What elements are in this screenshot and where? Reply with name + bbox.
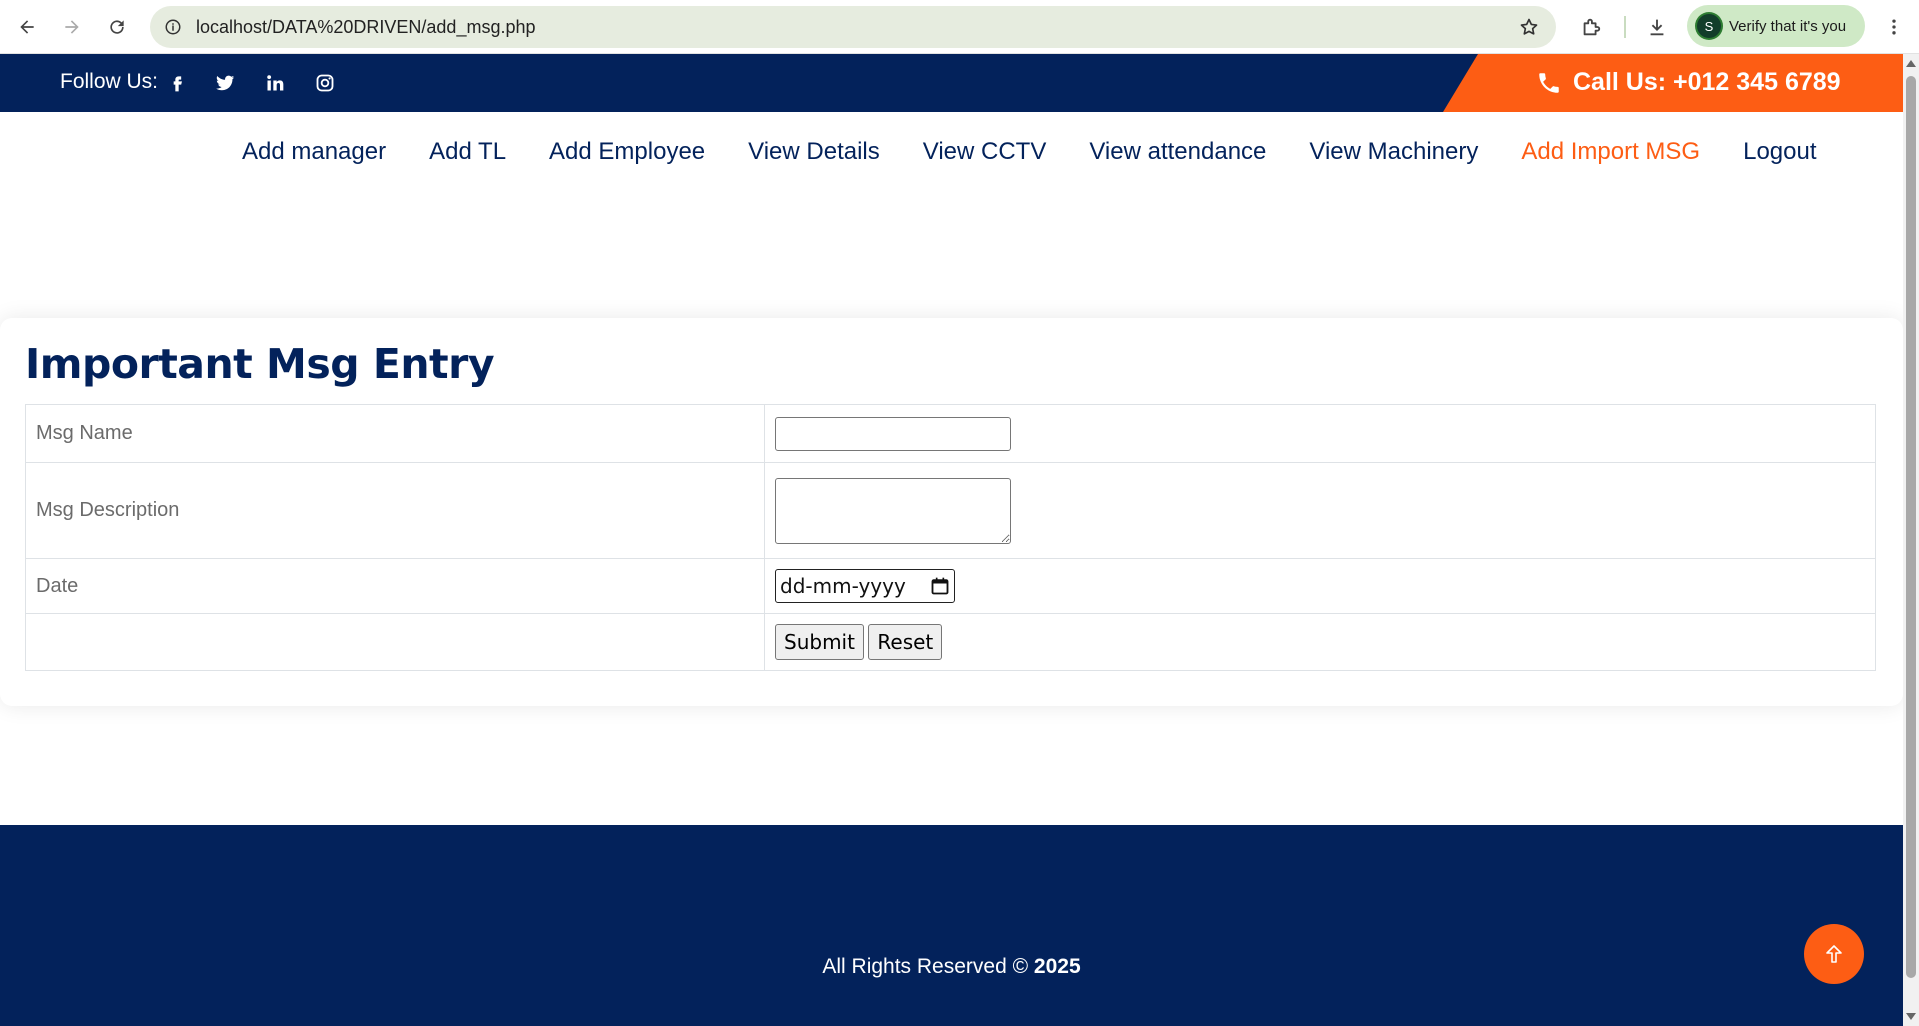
date-placeholder: dd-mm-yyyy: [780, 574, 906, 598]
nav-view-details[interactable]: View Details: [748, 138, 880, 166]
site-info-icon[interactable]: [160, 14, 186, 40]
instagram-icon[interactable]: [310, 68, 340, 98]
msg-name-input[interactable]: [775, 416, 1011, 451]
linkedin-icon[interactable]: [260, 68, 290, 98]
copyright: All Rights Reserved © 2025: [0, 955, 1903, 979]
msg-name-cell: [764, 404, 1876, 463]
verify-identity-chip[interactable]: S Verify that it's you: [1687, 5, 1865, 47]
table-row: Submit Reset: [25, 613, 1876, 671]
msg-entry-card: Important Msg Entry Msg Name Msg Descrip…: [0, 318, 1903, 706]
date-label: Date: [25, 558, 765, 614]
date-input[interactable]: dd-mm-yyyy: [775, 569, 955, 603]
toolbar-divider: [1624, 16, 1626, 38]
star-icon[interactable]: [1516, 14, 1542, 40]
phone-icon: [1535, 69, 1563, 97]
table-row: Msg Name: [25, 404, 1876, 463]
nav-add-tl[interactable]: Add TL: [429, 138, 506, 166]
page-viewport: Follow Us: Call Us: +012 345 6789 Add ma…: [0, 54, 1903, 1026]
nav-view-cctv[interactable]: View CCTV: [923, 138, 1047, 166]
copyright-year: 2025: [1033, 955, 1081, 978]
nav-view-machinery[interactable]: View Machinery: [1309, 138, 1478, 166]
reset-button[interactable]: Reset: [868, 624, 943, 660]
msg-description-label: Msg Description: [25, 462, 765, 559]
table-row: Msg Description: [25, 462, 1876, 559]
nav-links: Add manager Add TL Add Employee View Det…: [242, 138, 1860, 166]
vertical-scrollbar[interactable]: [1903, 54, 1919, 1026]
back-icon[interactable]: [10, 10, 44, 44]
date-cell: dd-mm-yyyy: [764, 558, 1876, 614]
menu-icon[interactable]: [1879, 10, 1909, 44]
scroll-down-icon[interactable]: [1906, 1013, 1916, 1020]
download-icon[interactable]: [1640, 10, 1674, 44]
call-us-text[interactable]: Call Us: +012 345 6789: [1573, 68, 1841, 97]
copyright-text: All Rights Reserved ©: [822, 955, 1034, 978]
url-text[interactable]: localhost/DATA%20DRIVEN/add_msg.php: [196, 17, 536, 38]
twitter-icon[interactable]: [210, 68, 240, 98]
reload-icon[interactable]: [100, 10, 134, 44]
extensions-icon[interactable]: [1574, 10, 1608, 44]
forward-icon[interactable]: [55, 10, 89, 44]
main-navigation: Add manager Add TL Add Employee View Det…: [0, 112, 1903, 200]
msg-description-cell: [764, 462, 1876, 559]
scrollbar-thumb[interactable]: [1906, 76, 1916, 978]
arrow-up-icon: [1826, 945, 1842, 963]
scroll-up-icon[interactable]: [1906, 60, 1916, 67]
verify-label: Verify that it's you: [1729, 17, 1847, 35]
avatar: S: [1697, 14, 1721, 38]
address-bar[interactable]: localhost/DATA%20DRIVEN/add_msg.php: [150, 6, 1556, 48]
top-bar: Follow Us: Call Us: +012 345 6789: [0, 54, 1903, 112]
footer: All Rights Reserved © 2025: [0, 825, 1903, 1026]
msg-entry-form: Msg Name Msg Description Date dd-mm-yyyy: [25, 404, 1876, 671]
msg-name-label: Msg Name: [25, 404, 765, 463]
call-us-box: Call Us: +012 345 6789: [1443, 54, 1903, 112]
empty-cell: [25, 613, 765, 671]
submit-button[interactable]: Submit: [775, 624, 864, 660]
msg-description-textarea[interactable]: [775, 477, 1011, 544]
page-title: Important Msg Entry: [25, 340, 495, 388]
nav-add-manager[interactable]: Add manager: [242, 138, 386, 166]
back-to-top-button[interactable]: [1804, 924, 1864, 984]
nav-add-import-msg[interactable]: Add Import MSG: [1521, 138, 1700, 166]
table-row: Date dd-mm-yyyy: [25, 558, 1876, 614]
nav-view-attendance[interactable]: View attendance: [1089, 138, 1266, 166]
actions-cell: Submit Reset: [764, 613, 1876, 671]
facebook-icon[interactable]: [162, 68, 192, 98]
nav-add-employee[interactable]: Add Employee: [549, 138, 705, 166]
follow-us-label: Follow Us:: [60, 70, 159, 93]
browser-toolbar: localhost/DATA%20DRIVEN/add_msg.php S Ve…: [0, 0, 1919, 54]
calendar-icon[interactable]: [930, 576, 950, 596]
nav-logout[interactable]: Logout: [1743, 138, 1816, 166]
